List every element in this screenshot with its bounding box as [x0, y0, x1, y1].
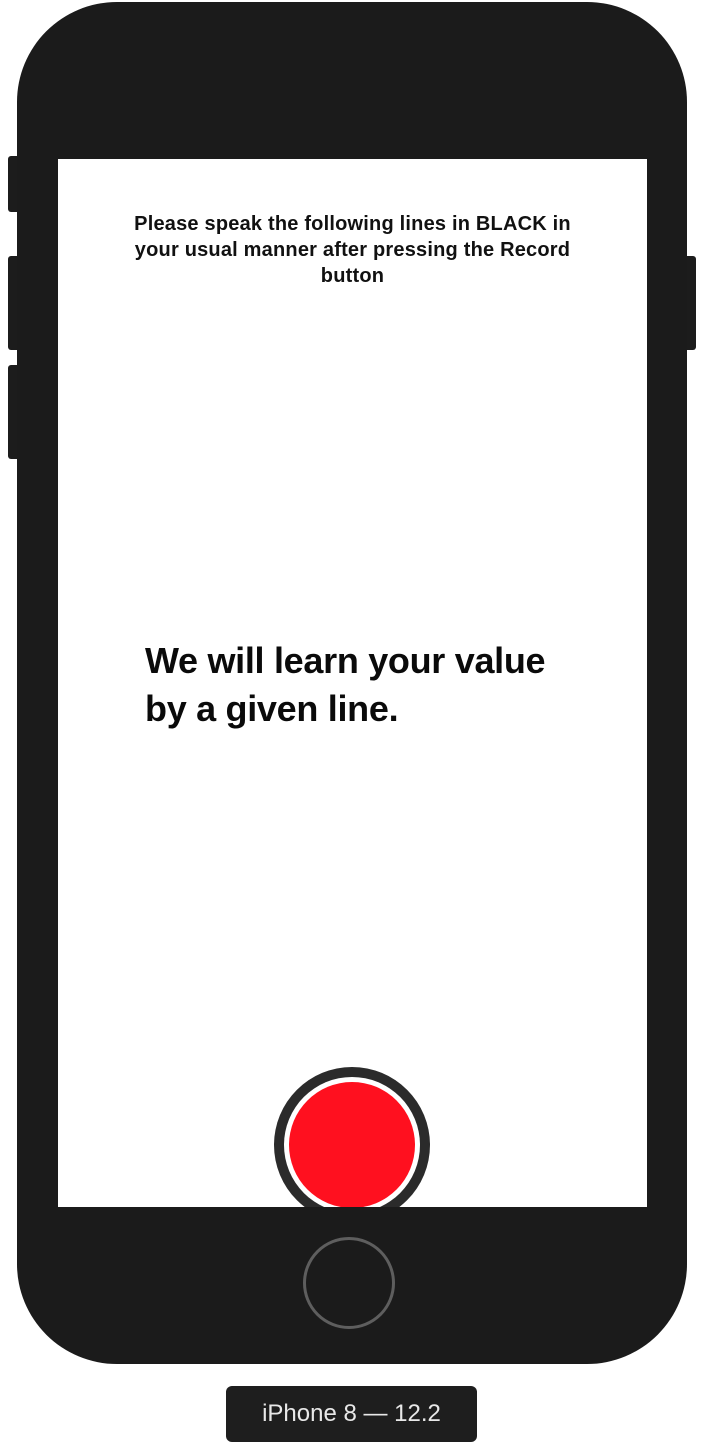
simulator-stage: Please speak the following lines in BLAC… [0, 0, 704, 1444]
iphone-frame: Please speak the following lines in BLAC… [17, 2, 687, 1364]
home-button[interactable] [303, 1237, 395, 1329]
record-icon [289, 1082, 415, 1207]
device-label: iPhone 8 — 12.2 [226, 1386, 477, 1442]
instruction-text: Please speak the following lines in BLAC… [134, 213, 571, 287]
prompt-line-text: We will learn your value by a given line… [145, 640, 546, 729]
record-button[interactable] [274, 1067, 430, 1207]
app-screen: Please speak the following lines in BLAC… [58, 159, 647, 1207]
